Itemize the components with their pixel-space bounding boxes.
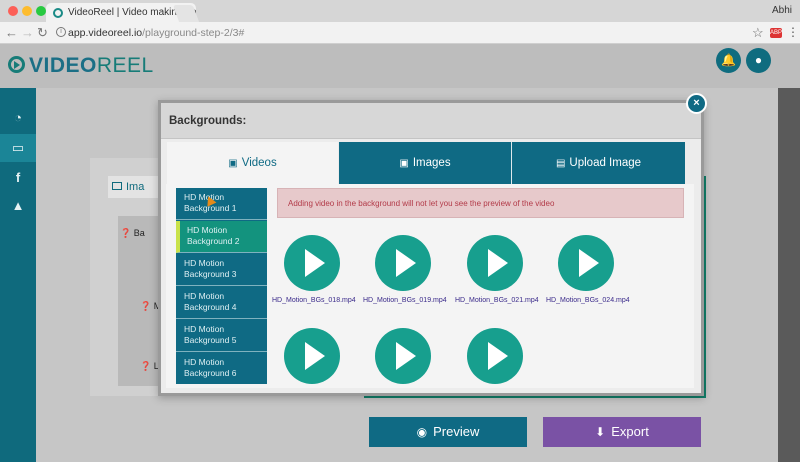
video-play-button[interactable] [284,235,340,291]
background-item-1[interactable]: HD Motion Background 1 [176,188,267,220]
background-item-title: HD Motion [184,357,225,367]
bg-tab-label: Ima [126,181,145,193]
video-play-button[interactable] [284,328,340,384]
sidebar-facebook-icon[interactable]: f [0,164,36,192]
background-item-5[interactable]: HD Motion Background 5 [176,320,267,352]
window-minimize-button[interactable] [22,6,32,16]
url-field[interactable]: i app.videoreel.io/playground-step-2/3# [54,24,754,42]
tab-upload-image[interactable]: ▤ Upload Image [512,142,685,184]
adblock-extension-icon[interactable]: ABP [770,28,782,38]
sidebar: ◔ ▭ f ▲ [0,88,36,462]
preview-button[interactable]: ◉ Preview [369,417,527,447]
background-item-title: HD Motion [184,192,225,202]
upload-file-icon: ▤ [555,158,566,169]
film-icon: ▣ [228,158,238,169]
export-label: Export [611,424,649,439]
background-item-4[interactable]: HD Motion Background 4 [176,287,267,319]
background-item-subtitle: Background 6 [184,368,237,378]
modal-close-icon[interactable]: × [686,93,707,114]
reload-icon[interactable]: ↻ [37,25,48,41]
video-filename[interactable]: HD_Motion_BGs_018.mp4 [272,297,362,304]
background-item-subtitle: Background 4 [184,302,237,312]
eye-icon: ◉ [416,425,428,439]
back-arrow-icon[interactable]: ← [5,25,18,40]
background-item-title: HD Motion [184,291,225,301]
video-warning-alert: Adding video in the background will not … [277,188,684,218]
video-filename[interactable]: HD_Motion_BGs_021.mp4 [455,297,545,304]
tab-videos[interactable]: ▣ Videos [167,142,338,184]
url-host: app.videoreel.io [68,27,143,39]
address-bar: ← → ↻ i app.videoreel.io/playground-step… [0,22,800,44]
background-item-3[interactable]: HD Motion Background 3 [176,254,267,286]
background-item-2[interactable]: HD Motion Background 2 [176,221,267,253]
logo-video-text: VIDEO [29,54,97,77]
favicon-icon [53,8,63,18]
tab-images-label: Images [412,157,451,169]
logo[interactable]: VIDEOREEL [29,54,154,78]
background-list: HD Motion Background 1 HD Motion Backgro… [176,188,267,384]
tab-images[interactable]: ▣ Images [339,142,511,184]
video-play-button[interactable] [467,235,523,291]
background-item-title: HD Motion [187,225,228,235]
background-item-title: HD Motion [184,324,225,334]
picture-icon: ▣ [399,158,409,169]
preview-label: Preview [433,424,480,439]
background-item-subtitle: Background 2 [187,236,240,246]
info-icon[interactable]: i [56,27,66,37]
logo-reel-text: REEL [96,54,154,77]
video-play-button[interactable] [375,235,431,291]
video-play-button[interactable] [467,328,523,384]
image-icon [112,182,122,190]
browser-menu-icon[interactable]: ⋮ [787,25,799,39]
url-path: /playground-step-2/3# [142,27,245,39]
sidebar-laptop-icon[interactable]: ▭ [0,134,36,162]
browser-user-label[interactable]: Abhi [772,5,792,16]
background-item-subtitle: Background 1 [184,203,237,213]
video-filename[interactable]: HD_Motion_BGs_019.mp4 [363,297,453,304]
background-item-subtitle: Background 5 [184,335,237,345]
background-item-subtitle: Background 3 [184,269,237,279]
tab-videos-label: Videos [241,157,277,169]
scroll-strip [778,88,800,462]
window-close-button[interactable] [8,6,18,16]
modal-title: Backgrounds: [169,115,247,127]
background-item-6[interactable]: HD Motion Background 6 [176,353,267,384]
modal-header: Backgrounds: [161,103,701,139]
tab-upload-label: Upload Image [569,157,642,169]
background-item-title: HD Motion [184,258,225,268]
browser-tabbar: VideoReel | Video making app × Abhi [0,0,800,22]
video-filename[interactable]: HD_Motion_BGs_024.mp4 [546,297,636,304]
video-play-button[interactable] [558,235,614,291]
sidebar-graduation-icon[interactable]: ▲ [0,192,36,220]
download-icon: ⬇ [595,425,606,439]
video-play-button[interactable] [375,328,431,384]
notifications-bell-icon[interactable]: 🔔 [716,48,741,73]
app-header: VIDEOREEL 🔔 ● [0,44,800,88]
window-zoom-button[interactable] [36,6,46,16]
export-button[interactable]: ⬇ Export [543,417,701,447]
user-profile-icon[interactable]: ● [746,48,771,73]
forward-arrow-icon[interactable]: → [21,25,34,40]
sidebar-dashboard-icon[interactable]: ◔ [0,104,36,132]
bookmark-star-icon[interactable]: ☆ [752,25,764,41]
logo-play-icon [8,56,25,73]
